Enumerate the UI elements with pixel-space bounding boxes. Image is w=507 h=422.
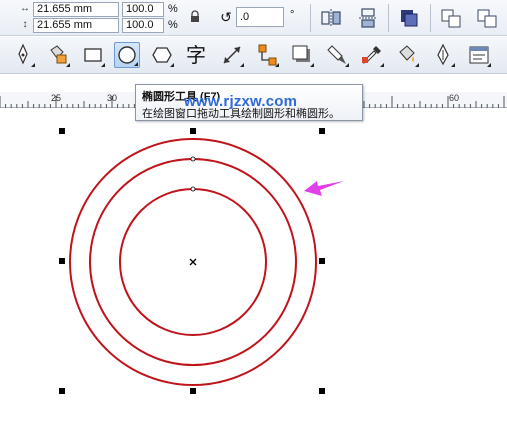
scale-x-field[interactable]: 100.0 xyxy=(122,2,164,17)
node-marker[interactable] xyxy=(190,156,196,162)
weld-icon[interactable] xyxy=(440,7,462,29)
handle-right[interactable] xyxy=(319,258,325,264)
pen-tool[interactable] xyxy=(10,42,36,68)
separator xyxy=(430,4,431,32)
watermark-text: www.rjzxw.com xyxy=(184,93,298,110)
to-front-icon[interactable] xyxy=(398,7,420,29)
handle-top-right[interactable] xyxy=(319,128,325,134)
handle-bottom-left[interactable] xyxy=(59,388,65,394)
ruler-label-25: 25 xyxy=(51,93,62,103)
drawing-canvas[interactable] xyxy=(0,109,507,422)
mirror-horizontal-icon[interactable] xyxy=(320,7,342,29)
separator xyxy=(388,4,389,32)
ellipse-tool[interactable] xyxy=(114,42,140,68)
rotation-angle-field[interactable]: .0 xyxy=(236,7,284,27)
transparency-tool[interactable] xyxy=(324,42,350,68)
handle-bottom-right[interactable] xyxy=(319,388,325,394)
degree-symbol: ° xyxy=(290,9,295,21)
canvas-drawing xyxy=(59,128,344,394)
height-icon: ↕ xyxy=(22,19,28,30)
handle-top-left[interactable] xyxy=(59,128,65,134)
scale-y-percent: % xyxy=(168,19,178,31)
text-tool-glyph: 字 xyxy=(186,43,206,67)
toolbox: 字 xyxy=(0,37,507,74)
object-height-field[interactable]: 21.655 mm xyxy=(33,18,119,33)
annotation-arrow xyxy=(304,181,344,196)
smart-fill-tool[interactable] xyxy=(45,42,71,68)
trim-icon[interactable] xyxy=(476,7,498,29)
handle-top[interactable] xyxy=(190,128,196,134)
center-mark[interactable] xyxy=(189,258,197,266)
ruler-label-60: 60 xyxy=(449,93,460,103)
handle-bottom[interactable] xyxy=(190,388,196,394)
fill-tool[interactable] xyxy=(394,42,420,68)
node-marker[interactable] xyxy=(190,186,196,192)
rotation-icon: ↺ xyxy=(220,9,232,25)
drop-shadow-tool[interactable] xyxy=(289,42,315,68)
width-icon: ↔ xyxy=(20,3,30,14)
property-bar: ↔ 21.655 mm ↕ 21.655 mm 100.0 % 100.0 % … xyxy=(0,0,507,36)
polygon-tool[interactable] xyxy=(149,42,175,68)
object-width-field[interactable]: 21.655 mm xyxy=(33,2,119,17)
handle-left[interactable] xyxy=(59,258,65,264)
ruler-label-30: 30 xyxy=(107,93,118,103)
text-tool[interactable]: 字 xyxy=(184,42,210,68)
scale-x-percent: % xyxy=(168,3,178,15)
outline-pen-tool[interactable] xyxy=(430,42,456,68)
object-properties-tool[interactable] xyxy=(466,42,492,68)
separator xyxy=(310,4,311,32)
mirror-vertical-icon[interactable] xyxy=(357,7,379,29)
connector-tool[interactable] xyxy=(254,42,280,68)
dimension-tool[interactable] xyxy=(219,42,245,68)
scale-y-field[interactable]: 100.0 xyxy=(122,18,164,33)
lock-ratio-icon[interactable] xyxy=(190,10,200,23)
rectangle-tool[interactable] xyxy=(80,42,106,68)
color-eyedropper-tool[interactable] xyxy=(359,42,385,68)
